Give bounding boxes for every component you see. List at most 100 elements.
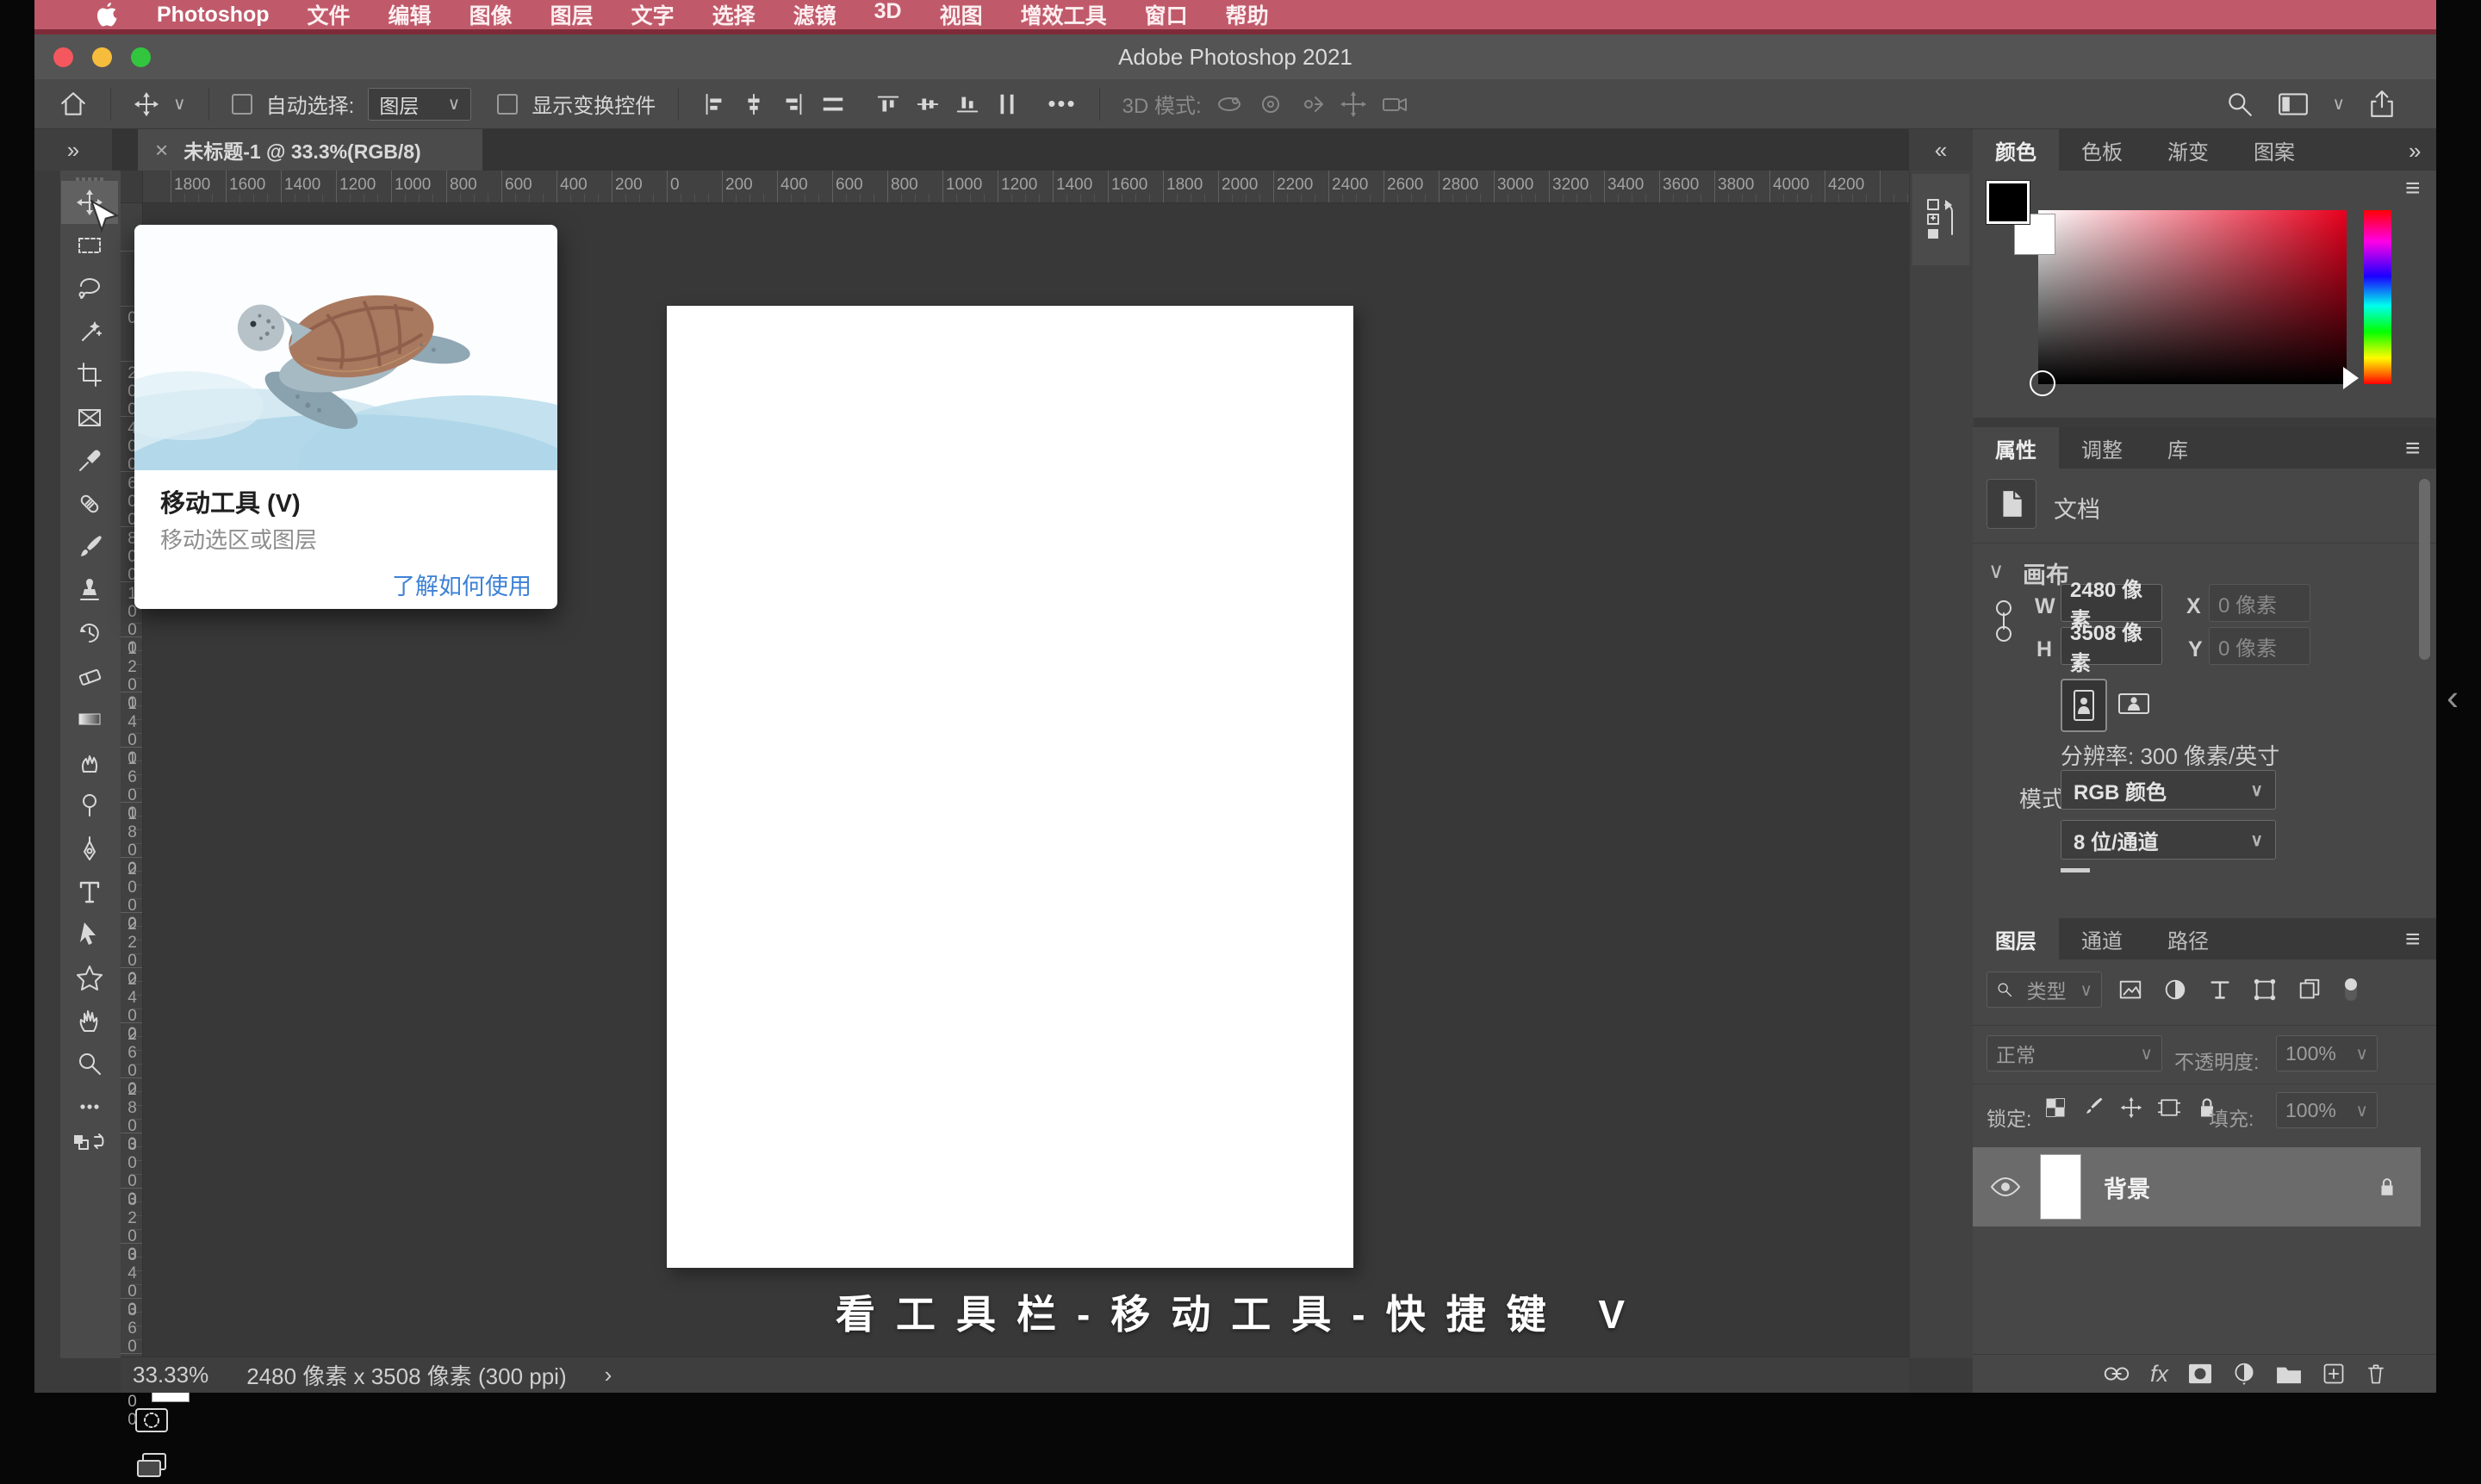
move-tool-icon[interactable] <box>134 91 159 117</box>
layer-visibility-eye-icon[interactable] <box>1990 1176 2021 1198</box>
panel-tab[interactable]: 颜色 <box>1973 129 2059 171</box>
smudge-tool[interactable] <box>61 741 118 784</box>
eraser-tool[interactable] <box>61 655 118 698</box>
add-mask-icon[interactable] <box>2187 1363 2213 1385</box>
history-panel-button[interactable] <box>1912 174 1969 265</box>
menu-app-name[interactable]: Photoshop <box>157 3 270 28</box>
gradient-tool[interactable] <box>61 698 118 741</box>
auto-select-checkbox[interactable] <box>231 93 252 115</box>
opacity-dropdown[interactable]: 100% ∨ <box>2276 1035 2378 1071</box>
panel-tab[interactable]: 路径 <box>2145 918 2231 959</box>
distribute-vertical-icon[interactable] <box>994 91 1020 117</box>
chevron-down-icon[interactable]: ∨ <box>2332 93 2345 115</box>
menu-item[interactable]: 选择 <box>712 0 755 30</box>
align-horizontal-centers-icon[interactable] <box>741 91 767 117</box>
menu-item[interactable]: 文字 <box>631 0 675 30</box>
document-tab[interactable]: × 未标题-1 @ 33.3%(RGB/8) <box>138 129 482 171</box>
lock-position-icon[interactable] <box>2119 1096 2143 1120</box>
lock-transparency-icon[interactable] <box>2043 1096 2068 1120</box>
panel-tab[interactable]: 库 <box>2145 427 2211 469</box>
properties-panel-menu-icon[interactable]: ≡ <box>2405 434 2421 463</box>
path-selection-tool[interactable] <box>61 913 118 956</box>
layer-lock-icon[interactable] <box>2376 1174 2398 1200</box>
hue-slider-marker[interactable] <box>2343 367 2359 389</box>
panel-collapse-icon[interactable]: » <box>2409 138 2421 165</box>
toolbar-collapse-toggle[interactable]: » <box>34 129 112 171</box>
delete-layer-icon[interactable] <box>2365 1362 2387 1386</box>
menu-item[interactable]: 窗口 <box>1145 0 1188 30</box>
panel-tab[interactable]: 图层 <box>1973 918 2059 959</box>
panel-tab[interactable]: 属性 <box>1973 427 2059 469</box>
align-bottom-edges-icon[interactable] <box>954 91 980 117</box>
link-layers-icon[interactable] <box>2102 1363 2131 1384</box>
panel-tab[interactable]: 色板 <box>2059 129 2145 171</box>
window-title-bar[interactable]: Adobe Photoshop 2021 <box>34 34 2436 80</box>
menu-item[interactable]: 图层 <box>550 0 594 30</box>
history-brush-tool[interactable] <box>61 612 118 655</box>
layer-filter-dropdown[interactable]: 类型 ∨ <box>1987 972 2102 1008</box>
type-tool[interactable] <box>61 870 118 913</box>
filter-toggle-icon[interactable] <box>2341 975 2360 1004</box>
lock-pixels-icon[interactable] <box>2081 1096 2105 1120</box>
healing-brush-tool[interactable] <box>61 482 118 525</box>
color-mode-dropdown[interactable]: RGB 颜色 ∨ <box>2061 770 2276 810</box>
lasso-tool[interactable] <box>61 267 118 310</box>
menu-item[interactable]: 视图 <box>940 0 983 30</box>
layer-row-background[interactable]: 背景 <box>1973 1147 2421 1226</box>
align-left-edges-icon[interactable] <box>701 91 727 117</box>
filter-smart-object-icon[interactable] <box>2297 977 2322 1003</box>
dodge-tool[interactable] <box>61 784 118 827</box>
clone-stamp-tool[interactable] <box>61 568 118 612</box>
close-tab-icon[interactable]: × <box>155 137 168 164</box>
eyedropper-tool[interactable] <box>61 439 118 482</box>
panel-tab[interactable]: 通道 <box>2059 918 2145 959</box>
document-type-button[interactable] <box>1987 479 2036 529</box>
menu-item[interactable]: 编辑 <box>389 0 432 30</box>
home-icon[interactable] <box>59 90 88 119</box>
orientation-landscape-button[interactable] <box>2112 679 2155 729</box>
pen-tool[interactable] <box>61 827 118 870</box>
more-options-icon[interactable]: ••• <box>1048 90 1076 117</box>
menu-item[interactable]: 滤镜 <box>793 0 836 30</box>
layer-effects-icon[interactable]: fx <box>2150 1361 2168 1388</box>
saturation-brightness-field[interactable] <box>2038 210 2347 384</box>
adjustment-layer-icon[interactable] <box>2232 1362 2256 1386</box>
color-selection-ring[interactable] <box>2030 370 2055 396</box>
panel-expand-icon[interactable]: ‹ <box>2447 677 2459 718</box>
status-chevron-icon[interactable]: › <box>605 1362 612 1388</box>
menu-item[interactable]: 帮助 <box>1226 0 1269 30</box>
menu-item[interactable]: 文件 <box>308 0 351 30</box>
align-vertical-centers-icon[interactable] <box>915 91 941 117</box>
dock-collapse-toggle[interactable]: « <box>1909 129 1973 171</box>
screen-mode-icon[interactable] <box>134 1450 169 1484</box>
color-panel-menu-icon[interactable]: ≡ <box>2405 174 2421 203</box>
distribute-horizontal-icon[interactable] <box>820 91 846 117</box>
share-icon[interactable] <box>2367 90 2397 119</box>
crop-tool[interactable] <box>61 353 118 396</box>
apple-icon[interactable] <box>96 2 119 28</box>
ruler-origin-corner[interactable] <box>121 171 143 203</box>
new-group-icon[interactable] <box>2275 1363 2303 1385</box>
menu-item[interactable]: 图像 <box>469 0 513 30</box>
filter-shape-icon[interactable] <box>2252 977 2278 1003</box>
menu-item[interactable]: 增效工具 <box>1021 0 1107 30</box>
link-dimensions-icon[interactable] <box>1992 596 2016 648</box>
lock-artboard-icon[interactable] <box>2157 1096 2181 1120</box>
edit-toolbar-icon[interactable] <box>61 1085 118 1128</box>
layer-thumbnail[interactable] <box>2040 1154 2081 1220</box>
tooltip-learn-link[interactable]: 了解如何使用 <box>392 568 532 601</box>
layers-panel-menu-icon[interactable]: ≡ <box>2405 925 2421 954</box>
hue-slider[interactable] <box>2364 210 2391 384</box>
filter-image-icon[interactable] <box>2117 977 2143 1003</box>
menu-item[interactable]: 3D <box>874 0 902 30</box>
hand-tool[interactable] <box>61 999 118 1042</box>
horizontal-ruler[interactable]: 1800 1600 1400 1200 1000 800 600 400 200 0 200 400 6… <box>142 171 1909 203</box>
scrollbar-thumb[interactable] <box>2419 479 2430 660</box>
filter-adjustment-icon[interactable] <box>2162 977 2188 1003</box>
shape-tool[interactable] <box>61 956 118 999</box>
align-top-edges-icon[interactable] <box>875 91 901 117</box>
zoom-tool[interactable] <box>61 1042 118 1085</box>
zoom-level[interactable]: 33.33% <box>133 1362 208 1388</box>
align-right-edges-icon[interactable] <box>780 91 806 117</box>
filter-type-icon[interactable] <box>2207 977 2233 1003</box>
